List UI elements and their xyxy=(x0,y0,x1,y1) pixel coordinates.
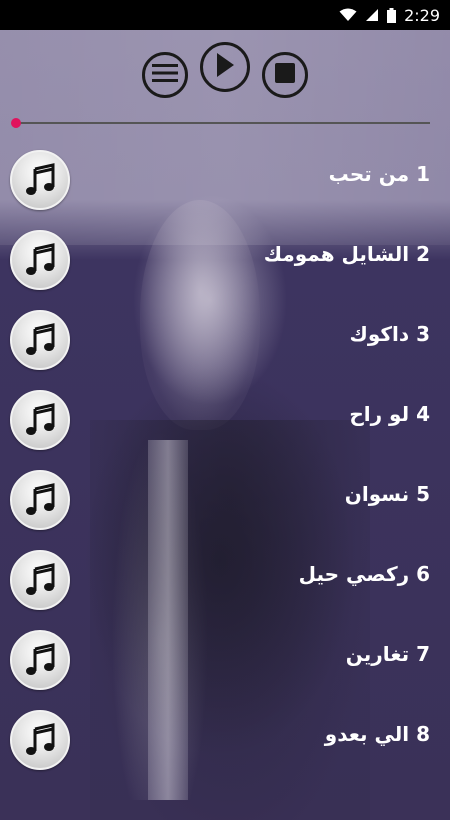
status-bar: 2:29 xyxy=(0,0,450,30)
music-note-icon xyxy=(10,710,70,770)
song-title: 2 الشايل همومك xyxy=(263,242,430,266)
seek-thumb[interactable] xyxy=(11,118,21,128)
status-time: 2:29 xyxy=(404,5,440,25)
list-item[interactable]: 4 لو راح xyxy=(0,380,450,460)
song-title: 3 داكوك xyxy=(349,322,430,346)
list-item[interactable]: 5 نسوان xyxy=(0,460,450,540)
music-note-icon xyxy=(10,390,70,450)
menu-button[interactable] xyxy=(142,52,188,98)
battery-icon xyxy=(387,7,397,23)
signal-icon xyxy=(365,8,379,22)
list-item[interactable]: 6 ركصي حيل xyxy=(0,540,450,620)
wifi-icon xyxy=(339,8,357,22)
song-title: 4 لو راح xyxy=(349,402,430,426)
music-note-icon xyxy=(10,230,70,290)
player-controls xyxy=(0,40,450,100)
list-item[interactable]: 2 الشايل همومك xyxy=(0,220,450,300)
song-title: 8 الي بعدو xyxy=(324,722,430,746)
music-note-icon xyxy=(10,550,70,610)
menu-icon xyxy=(152,63,178,87)
stop-button[interactable] xyxy=(262,52,308,98)
list-item[interactable]: 8 الي بعدو xyxy=(0,700,450,780)
song-title: 5 نسوان xyxy=(344,482,430,506)
song-title: 7 تغارين xyxy=(345,642,430,666)
stop-icon xyxy=(274,62,296,88)
music-note-icon xyxy=(10,630,70,690)
music-note-icon xyxy=(10,470,70,530)
play-icon xyxy=(214,52,236,82)
list-item[interactable]: 3 داكوك xyxy=(0,300,450,380)
play-button[interactable] xyxy=(200,42,250,92)
music-note-icon xyxy=(10,150,70,210)
list-item[interactable]: 7 تغارين xyxy=(0,620,450,700)
seek-bar[interactable] xyxy=(11,118,430,128)
music-note-icon xyxy=(10,310,70,370)
list-item[interactable]: 1 من تحب xyxy=(0,140,450,220)
song-title: 1 من تحب xyxy=(328,162,430,186)
song-title: 6 ركصي حيل xyxy=(298,562,430,586)
